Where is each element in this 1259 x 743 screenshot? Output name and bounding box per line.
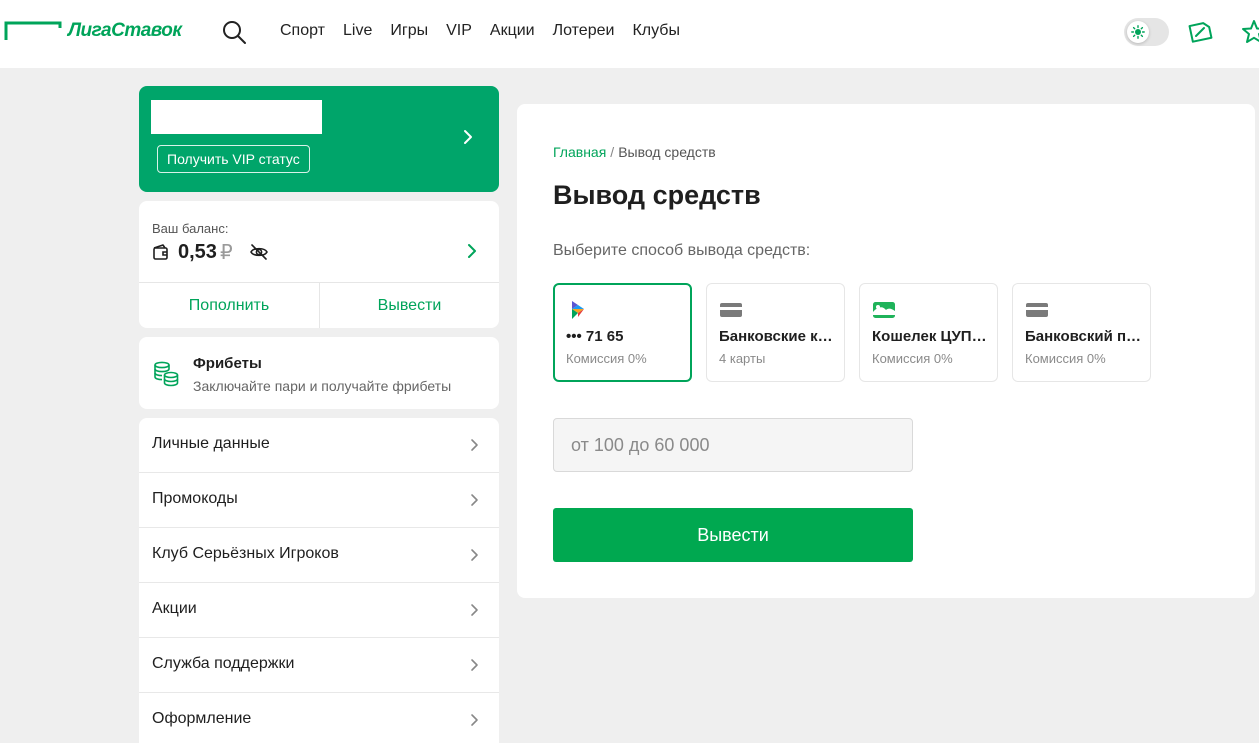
main-nav: Спорт Live Игры VIP Акции Лотереи Клубы (280, 20, 698, 42)
nav-games[interactable]: Игры (390, 20, 428, 42)
menu-item-label: Личные данные (152, 435, 270, 452)
chevron-right-icon (471, 494, 478, 506)
withdraw-panel: Главная / Вывод средств Вывод средств Выбе… (517, 104, 1255, 598)
chevron-right-icon (471, 549, 478, 561)
withdraw-link-button[interactable]: Вывести (320, 283, 499, 328)
withdraw-submit-button[interactable]: Вывести (553, 508, 913, 562)
method-subtitle: Комиссия 0% (872, 351, 953, 366)
menu-item-serious-players-club[interactable]: Клуб Серьёзных Игроков (139, 528, 499, 583)
freebets-subtitle: Заключайте пари и получайте фрибеты (193, 378, 452, 394)
nav-sport[interactable]: Спорт (280, 20, 325, 42)
balance-card: Ваш баланс: 0,53 ₽ Пополнить Вывести (139, 201, 499, 328)
breadcrumb-separator: / (610, 144, 615, 160)
logo-text: ЛигаСтавок (68, 20, 182, 41)
wallet-cupis-icon (873, 302, 895, 318)
method-title: Кошелек ЦУПИС (872, 328, 990, 345)
sbp-icon (572, 301, 584, 319)
nav-lotteries[interactable]: Лотереи (553, 20, 615, 42)
method-card-cupis-wallet[interactable]: Кошелек ЦУПИС Комиссия 0% (859, 283, 998, 382)
chevron-right-icon (464, 130, 472, 144)
menu-item-support[interactable]: Служба поддержки (139, 638, 499, 693)
method-title: Банковские карты (719, 328, 837, 345)
deposit-button[interactable]: Пополнить (139, 283, 319, 328)
chevron-right-icon (471, 659, 478, 671)
get-vip-status-button[interactable]: Получить VIP статус (157, 145, 310, 173)
coins-stack-icon (154, 361, 179, 387)
nav-live[interactable]: Live (343, 20, 372, 42)
top-header: ЛигаСтавок Спорт Live Игры VIP Акции Лот… (0, 0, 1259, 68)
balance-value: 0,53 (178, 240, 217, 263)
menu-item-promocodes[interactable]: Промокоды (139, 473, 499, 528)
menu-item-label: Акции (152, 600, 197, 617)
balance-row: 0,53 ₽ (152, 239, 269, 265)
method-title: Банковский перевод (1025, 328, 1143, 345)
breadcrumb-current: Вывод средств (618, 144, 716, 160)
chevron-right-icon (471, 439, 478, 451)
card-icon (720, 303, 742, 317)
menu-item-personal-data[interactable]: Личные данные (139, 418, 499, 473)
breadcrumb-home-link[interactable]: Главная (553, 144, 606, 160)
freebets-title: Фрибеты (193, 355, 262, 372)
username-placeholder (151, 100, 322, 134)
freebets-card[interactable]: Фрибеты Заключайте пари и получайте фриб… (139, 337, 499, 409)
menu-item-promotions[interactable]: Акции (139, 583, 499, 638)
wallet-icon (153, 244, 168, 260)
nav-clubs[interactable]: Клубы (632, 20, 680, 42)
balance-currency: ₽ (219, 241, 233, 264)
amount-input[interactable] (553, 418, 913, 472)
method-subtitle: Комиссия 0% (1025, 351, 1106, 366)
sun-icon (1131, 25, 1145, 39)
method-prompt: Выберите способ вывода средств: (553, 242, 811, 259)
nav-promotions[interactable]: Акции (490, 20, 535, 42)
coupon-icon[interactable] (1186, 18, 1214, 46)
search-icon[interactable] (221, 19, 247, 45)
chevron-right-icon (471, 604, 478, 616)
menu-item-label: Промокоды (152, 490, 238, 507)
menu-item-label: Оформление (152, 710, 252, 727)
account-menu: Личные данные Промокоды Клуб Серьёзных И… (139, 418, 499, 743)
method-card-bank-cards[interactable]: Банковские карты 4 карты (706, 283, 845, 382)
vip-card[interactable]: Получить VIP статус (139, 86, 499, 192)
menu-item-label: Служба поддержки (152, 655, 295, 672)
theme-toggle-knob (1127, 21, 1149, 43)
method-card-sbp[interactable]: ••• 71 65 Комиссия 0% (553, 283, 692, 382)
method-subtitle: Комиссия 0% (566, 351, 647, 366)
balance-chevron-right-icon[interactable] (465, 240, 479, 262)
method-card-bank-transfer[interactable]: Банковский перевод Комиссия 0% (1012, 283, 1151, 382)
menu-item-label: Клуб Серьёзных Игроков (152, 545, 339, 562)
balance-label: Ваш баланс: (152, 221, 229, 236)
method-title: ••• 71 65 (566, 328, 624, 345)
star-icon[interactable] (1240, 18, 1259, 46)
theme-toggle[interactable] (1124, 18, 1169, 46)
card-icon (1026, 303, 1048, 317)
method-subtitle: 4 карты (719, 351, 766, 366)
page-title: Вывод средств (553, 180, 761, 210)
breadcrumb: Главная / Вывод средств (553, 144, 716, 160)
menu-item-appearance[interactable]: Оформление (139, 693, 499, 743)
eye-off-icon[interactable] (249, 242, 269, 262)
chevron-right-icon (471, 714, 478, 726)
logo-mark-icon (4, 21, 62, 40)
nav-vip[interactable]: VIP (446, 20, 472, 42)
